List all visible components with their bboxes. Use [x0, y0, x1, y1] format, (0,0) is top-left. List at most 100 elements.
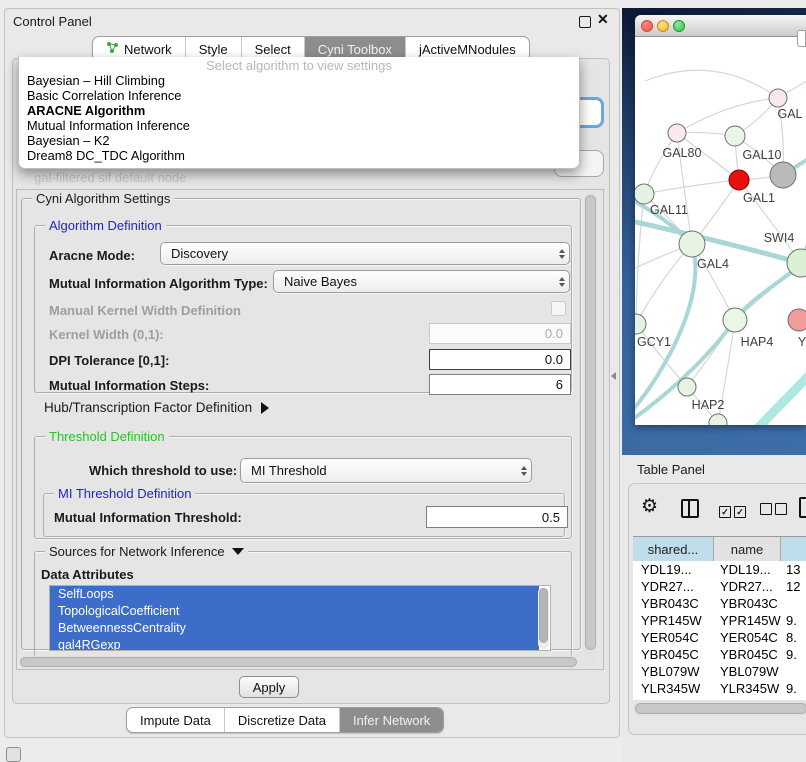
node-label: GAL1 [743, 191, 775, 205]
new-table-icon[interactable] [799, 497, 806, 518]
mi-type-combo[interactable]: Naive Bayes [273, 270, 570, 293]
network-node-gal80[interactable] [668, 124, 686, 142]
table-cell: YIL052C [714, 698, 781, 700]
node-label: GAL4 [697, 257, 729, 271]
network-edges [635, 70, 806, 425]
mi-steps-label: Mutual Information Steps: [49, 378, 209, 393]
table-horizontal-scrollbar[interactable] [633, 701, 806, 716]
network-node-y[interactable] [788, 309, 806, 331]
manual-kernel-checkbox[interactable] [551, 301, 566, 316]
which-threshold-combo[interactable]: MI Threshold [240, 458, 532, 483]
attribute-item[interactable]: SelfLoops [50, 586, 539, 603]
table-row[interactable]: YBR043CYBR043C [633, 595, 806, 612]
hub-definition-label: Hub/Transcription Factor Definition [44, 400, 252, 415]
stepper-icon [521, 466, 527, 476]
node-label: HAP2 [692, 398, 725, 412]
table-cell: YBR045C [633, 647, 714, 662]
which-threshold-value: MI Threshold [251, 463, 327, 478]
network-node[interactable] [770, 162, 796, 188]
column-header-partial[interactable] [781, 537, 806, 562]
network-node-gal[interactable] [769, 89, 787, 107]
tab-discretize-data[interactable]: Discretize Data [224, 708, 339, 732]
dropdown-item[interactable]: Bayesian – K2 [19, 133, 579, 148]
mi-threshold-field[interactable]: 0.5 [426, 506, 568, 528]
settings-scroll-viewport: Cyni Algorithm Settings Algorithm Defini… [16, 189, 604, 670]
minimize-traffic-light[interactable] [657, 20, 669, 32]
network-node-gal1[interactable] [729, 170, 749, 190]
table-cell: 9. [781, 647, 806, 662]
deselect-all-checkboxes-icon[interactable] [760, 502, 790, 520]
table-row[interactable]: YBR045CYBR045C9. [633, 646, 806, 663]
data-attributes-label: Data Attributes [41, 567, 134, 582]
mi-steps-field[interactable]: 6 [429, 374, 571, 395]
table-row[interactable]: YBL079WYBL079W [633, 663, 806, 680]
attribute-item[interactable]: gal4RGexp [50, 637, 539, 651]
column-header-name[interactable]: name [714, 537, 781, 562]
table-row[interactable]: YPR145WYPR145W9. [633, 612, 806, 629]
close-icon[interactable]: ✕ [597, 11, 609, 28]
network-node-hap2[interactable] [678, 378, 696, 396]
table-cell: YPR145W [714, 613, 781, 628]
node-label: GAL80 [663, 146, 702, 160]
table-cell: 9. [781, 681, 806, 696]
attributes-scrollbar[interactable] [538, 587, 549, 649]
tab-label: Select [255, 42, 291, 57]
close-traffic-light[interactable] [641, 20, 653, 32]
table-row[interactable]: YIL052CYIL052C9 [633, 697, 806, 700]
mi-threshold-definition-group: MI Threshold Definition Mutual Informati… [43, 493, 565, 537]
table-row[interactable]: YER054CYER054C8. [633, 629, 806, 646]
network-node-gal11[interactable] [635, 184, 654, 204]
gear-icon[interactable]: ⚙ [641, 495, 658, 518]
threshold-definition-group: Threshold Definition Which threshold to … [34, 436, 572, 539]
table-header: shared... name [633, 536, 806, 561]
attribute-item[interactable]: TopologicalCoefficient [50, 603, 539, 620]
mi-threshold-label: Mutual Information Threshold: [54, 510, 242, 525]
apply-button[interactable]: Apply [239, 676, 299, 698]
sources-title-row[interactable]: Sources for Network Inference [45, 544, 248, 559]
cyni-algorithm-settings-title: Cyni Algorithm Settings [32, 191, 174, 206]
chevron-right-icon [261, 402, 269, 414]
hub-definition-expander[interactable]: Hub/Transcription Factor Definition [44, 400, 269, 415]
splitter-arrow-icon[interactable] [611, 372, 616, 380]
network-canvas[interactable]: GALGAL80GAL10GAL1GAL11SWI4GAL4GCY1HAP4YH… [635, 37, 806, 425]
network-node-gal4[interactable] [679, 231, 705, 257]
mi-type-value: Naive Bayes [284, 274, 357, 289]
stepper-icon [559, 249, 565, 259]
network-icon [106, 41, 119, 57]
column-header-shared-name[interactable]: shared... [633, 537, 714, 562]
table-row[interactable]: YLR345WYLR345W9. [633, 680, 806, 697]
node-label: GAL [777, 107, 802, 121]
dropdown-item[interactable]: Bayesian – Hill Climbing [19, 73, 579, 88]
table-row[interactable]: YDL19...YDL19...13 [633, 561, 806, 578]
tab-infer-network[interactable]: Infer Network [339, 708, 443, 732]
aracne-mode-combo[interactable]: Discovery [160, 242, 570, 265]
network-window-titlebar[interactable] [635, 15, 806, 37]
dpi-tolerance-field[interactable]: 0.0 [429, 349, 571, 370]
attribute-item[interactable]: BetweennessCentrality [50, 620, 539, 637]
table-row[interactable]: YDR27...YDR27...12 [633, 578, 806, 595]
network-node-gcy1[interactable] [635, 314, 646, 334]
network-node-gal10[interactable] [725, 126, 745, 146]
algorithm-definition-group: Algorithm Definition Aracne Mode: Discov… [34, 225, 572, 393]
column-view-icon[interactable] [681, 499, 699, 518]
table-cell: YER054C [633, 630, 714, 645]
table-cell: YBR045C [714, 647, 781, 662]
dock-grip-icon[interactable] [6, 747, 21, 762]
network-node-hap4[interactable] [723, 308, 747, 332]
zoom-traffic-light[interactable] [673, 20, 685, 32]
float-window-icon[interactable] [579, 16, 591, 28]
data-attributes-list[interactable]: SelfLoopsTopologicalCoefficientBetweenne… [49, 585, 551, 651]
dropdown-item[interactable]: ARACNE Algorithm [19, 103, 579, 118]
kernel-width-field[interactable]: 0.0 [429, 323, 571, 344]
settings-vertical-scrollbar[interactable] [584, 193, 597, 666]
table-panel: Table Panel ⚙ ✓✓ shared... name [622, 455, 806, 762]
dropdown-item[interactable]: Mutual Information Inference [19, 118, 579, 133]
select-all-checkboxes-icon[interactable]: ✓✓ [719, 502, 749, 520]
dropdown-item[interactable]: Dream8 DC_TDC Algorithm [19, 148, 579, 163]
dropdown-item[interactable]: Basic Correlation Inference [19, 88, 579, 103]
table-cell: YDR27... [714, 579, 781, 594]
canvas-scrollbar-fragment[interactable] [797, 30, 806, 47]
settings-horizontal-scrollbar[interactable] [19, 656, 579, 668]
tab-impute-data[interactable]: Impute Data [127, 708, 224, 732]
cyni-algorithm-settings-group: Cyni Algorithm Settings Algorithm Defini… [21, 198, 581, 650]
